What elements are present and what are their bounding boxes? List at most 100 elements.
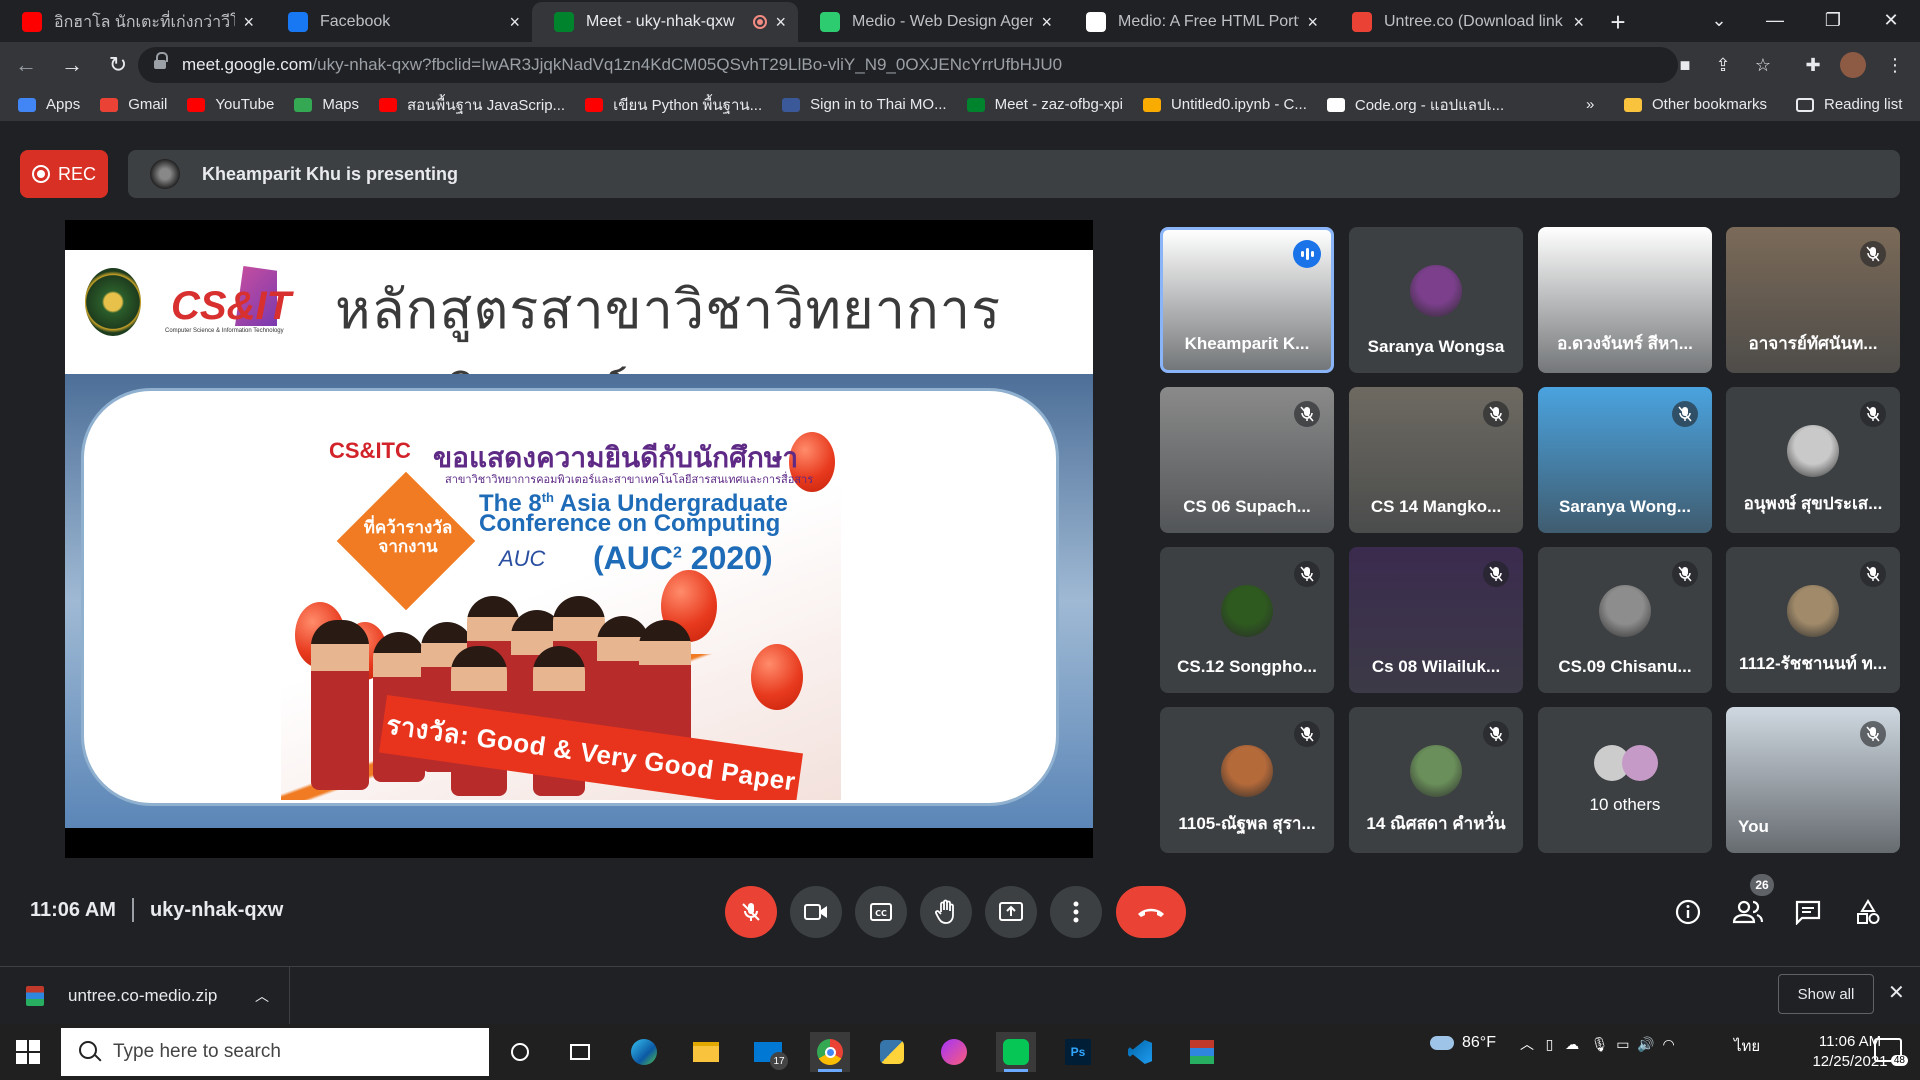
bookmark-item[interactable]: Untitled0.ipynb - C... [1142,96,1307,113]
avatar [1622,745,1658,781]
browser-tab[interactable]: อิกฮาโล นักเตะที่เก่งกว่าวีโมเทิ × [0,2,266,42]
participant-tile[interactable]: 1112-รัชชานนท์ ท... [1726,547,1900,693]
close-downloads-icon[interactable]: ✕ [1888,980,1905,1005]
photoshop-icon[interactable]: Ps [1058,1032,1098,1072]
taskbar-search[interactable]: Type here to search [61,1028,489,1076]
bookmarks-overflow-icon[interactable]: » [1586,96,1594,113]
chrome-icon[interactable] [810,1032,850,1072]
recording-indicator[interactable]: REC [20,150,108,198]
menu-icon[interactable]: ⋮ [1880,50,1910,80]
microphone-icon[interactable]: 🎙 [1591,1036,1609,1052]
close-window-button[interactable]: ✕ [1862,0,1920,40]
task-view-icon[interactable] [560,1032,600,1072]
tab-search-icon[interactable]: ⌄ [1690,0,1748,40]
vscode-icon[interactable] [1120,1032,1160,1072]
others-tile[interactable]: 10 others [1538,707,1712,853]
device-icon[interactable]: ▯ [1546,1036,1554,1052]
download-item[interactable]: untree.co-medio.zip ︿ [0,966,290,1025]
participant-tile[interactable]: CS 14 Mangko... [1349,387,1523,533]
python-icon[interactable] [872,1032,912,1072]
browser-tab[interactable]: Medio: A Free HTML Portfo × [1064,2,1330,42]
winrar-icon[interactable] [1182,1032,1222,1072]
bookmark-item[interactable]: สอนพื้นฐาน JavaScrip... [379,93,565,117]
participant-tile[interactable]: อ.ดวงจันทร์ สีหา... [1538,227,1712,373]
cortana-icon[interactable] [500,1032,540,1072]
minimize-button[interactable]: — [1746,0,1804,40]
camera-icon[interactable]: ■ [1670,50,1700,80]
browser-tab[interactable]: Medio - Web Design Agenc × [798,2,1064,42]
participant-tile[interactable]: CS.12 Songpho... [1160,547,1334,693]
participant-tile[interactable]: Cs 08 Wilailuk... [1349,547,1523,693]
lock-icon[interactable] [154,52,168,71]
mic-toggle-button[interactable] [725,886,777,938]
messenger-icon[interactable] [934,1032,974,1072]
onedrive-icon[interactable]: ☁ [1565,1036,1579,1052]
browser-tab[interactable]: Facebook × [266,2,532,42]
back-icon[interactable]: ← [6,45,46,85]
windows-start-icon[interactable] [16,1040,40,1064]
volume-icon[interactable]: 🔊 [1637,1036,1654,1052]
chevron-up-icon[interactable]: ︿ [1520,1036,1534,1052]
participant-tile[interactable]: Saranya Wong... [1538,387,1712,533]
notification-icon[interactable]: 48 [1874,1038,1908,1066]
wifi-icon[interactable]: ◠ [1663,1036,1675,1052]
present-button[interactable] [985,886,1037,938]
forward-icon[interactable]: → [52,45,92,85]
chat-button[interactable] [1788,892,1828,932]
participant-tile[interactable]: CS 06 Supach... [1160,387,1334,533]
bookmark-item[interactable]: YouTube [187,96,274,113]
profile-avatar[interactable] [1838,50,1868,80]
reading-list[interactable]: Reading list [1796,96,1902,113]
reload-icon[interactable]: ↻ [98,45,138,85]
tray-icons[interactable]: ︿ ▯ ☁ 🎙 ▭ 🔊 ◠ [1520,1034,1675,1054]
participant-tile[interactable]: อนุพงษ์ สุขประเส... [1726,387,1900,533]
participant-tile[interactable]: Kheamparit K... [1160,227,1334,373]
chevron-up-icon[interactable]: ︿ [255,986,269,1006]
new-tab-button[interactable]: + [1596,2,1640,42]
close-tab-icon[interactable]: × [509,12,520,33]
meeting-details-button[interactable] [1668,892,1708,932]
line-icon[interactable] [996,1032,1036,1072]
captions-button[interactable]: CC [855,886,907,938]
participant-tile[interactable]: 1105-ณัฐพล สุรา... [1160,707,1334,853]
close-tab-icon[interactable]: × [1307,12,1318,33]
file-explorer-icon[interactable] [686,1032,726,1072]
leave-call-button[interactable] [1116,886,1186,938]
close-tab-icon[interactable]: × [775,12,786,33]
input-language[interactable]: ไทย [1734,1034,1760,1058]
battery-icon[interactable]: ▭ [1616,1036,1629,1052]
maximize-button[interactable]: ❐ [1804,0,1862,40]
participant-tile[interactable]: You [1726,707,1900,853]
close-tab-icon[interactable]: × [1573,12,1584,33]
mail-icon[interactable]: 17 [748,1032,788,1072]
participant-tile[interactable]: Saranya Wongsa [1349,227,1523,373]
activities-button[interactable] [1848,892,1888,932]
more-options-button[interactable] [1050,886,1102,938]
bookmark-star-icon[interactable]: ☆ [1748,50,1778,80]
edge-icon[interactable] [624,1032,664,1072]
raise-hand-button[interactable] [920,886,972,938]
bookmark-item[interactable]: Gmail [100,96,167,113]
camera-toggle-button[interactable] [790,886,842,938]
other-bookmarks[interactable]: Other bookmarks [1624,96,1767,113]
close-tab-icon[interactable]: × [243,12,254,33]
bookmark-item[interactable]: Meet - zaz-ofbg-xpi [966,96,1123,113]
participants-button[interactable] [1728,892,1768,932]
participant-tile[interactable]: อาจารย์ทัศนันท... [1726,227,1900,373]
bookmark-item[interactable]: Code.org - แอปแลปเ... [1326,93,1504,117]
show-all-downloads-button[interactable]: Show all [1778,974,1874,1014]
weather-widget[interactable]: 86°F [1430,1034,1496,1052]
share-icon[interactable]: ⇪ [1708,50,1738,80]
bookmark-item[interactable]: Apps [18,96,80,113]
bookmark-item[interactable]: เขียน Python พื้นฐาน... [585,93,762,117]
participant-tile[interactable]: CS.09 Chisanu... [1538,547,1712,693]
browser-tab[interactable]: Untree.co (Download link f × [1330,2,1596,42]
close-tab-icon[interactable]: × [1041,12,1052,33]
address-bar[interactable]: meet.google.com/uky-nhak-qxw?fbclid=IwAR… [138,47,1678,83]
bookmark-item[interactable]: Maps [294,96,359,113]
extensions-icon[interactable]: ✚ [1798,50,1828,80]
bookmark-item[interactable]: Sign in to Thai MO... [782,96,947,113]
presentation-stage[interactable]: CS&IT Computer Science & Information Tec… [65,220,1093,858]
browser-tab[interactable]: Meet - uky-nhak-qxw × [532,2,798,42]
participant-tile[interactable]: 14 ณิศสดา คำหวั่น [1349,707,1523,853]
